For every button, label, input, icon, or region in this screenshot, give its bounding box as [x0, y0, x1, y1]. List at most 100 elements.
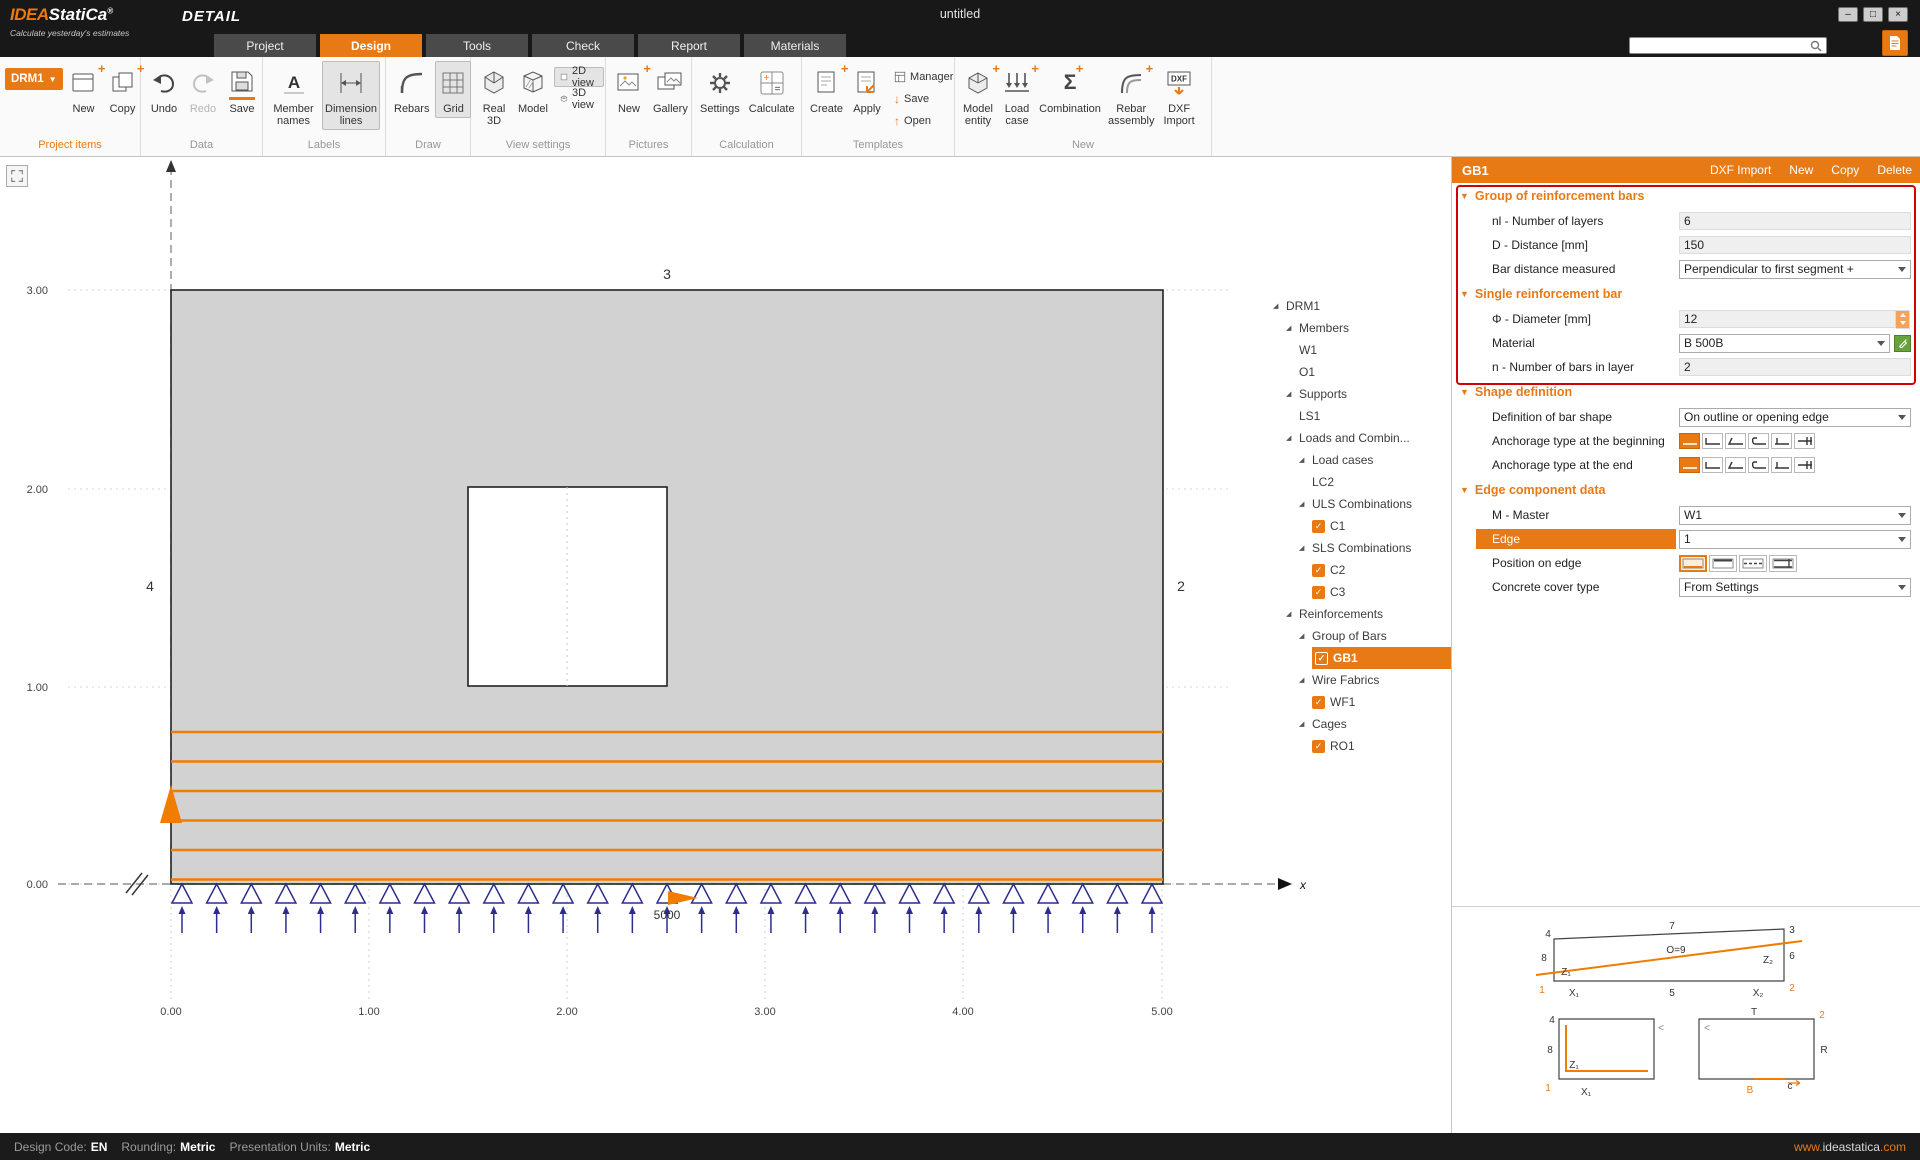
tree-item-supports[interactable]: ◢Supports [1267, 383, 1451, 405]
position-bottom-button[interactable] [1679, 555, 1707, 572]
section-edge-component-data[interactable]: ▼ Edge component data [1452, 477, 1920, 503]
expander-icon[interactable]: ◢ [1299, 544, 1308, 552]
anchorage-t-head-button[interactable] [1771, 433, 1792, 449]
maximize-button[interactable]: □ [1863, 7, 1883, 22]
dxf-import-button[interactable]: DXF DXF Import [1160, 61, 1197, 130]
edge-select[interactable]: 1 [1679, 530, 1911, 549]
anchorage-hook-slant-button[interactable] [1725, 433, 1746, 449]
collapse-icon[interactable]: ▼ [1460, 387, 1469, 397]
bars-in-layer-input[interactable] [1679, 358, 1911, 376]
tree-item-cages[interactable]: ◢Cages [1267, 713, 1451, 735]
master-select[interactable]: W1 [1679, 506, 1911, 525]
tab-report[interactable]: Report [638, 34, 740, 57]
section-shape-definition[interactable]: ▼ Shape definition [1452, 379, 1920, 405]
anchorage-hook-up-button[interactable] [1702, 457, 1723, 473]
collapse-icon[interactable]: ▼ [1460, 191, 1469, 201]
tab-design[interactable]: Design [320, 34, 422, 57]
diameter-stepper[interactable] [1896, 310, 1910, 329]
dimension-lines-button[interactable]: Dimension lines [322, 61, 380, 130]
help-button[interactable] [1882, 30, 1908, 56]
checkbox-icon[interactable]: ✓ [1312, 586, 1325, 599]
tab-check[interactable]: Check [532, 34, 634, 57]
real-3d-button[interactable]: Real 3D [476, 61, 512, 130]
combination-button[interactable]: Σ+ Combination [1038, 61, 1102, 118]
website-link[interactable]: www.ideastatica.com [1794, 1140, 1906, 1154]
gallery-button[interactable]: Gallery [650, 61, 691, 118]
drawing-canvas[interactable]: 3425000x0.001.002.003.004.005.003.002.00… [0, 157, 1451, 1133]
expander-icon[interactable]: ◢ [1299, 720, 1308, 728]
checkbox-icon[interactable]: ✓ [1312, 520, 1325, 533]
view-3d-button[interactable]: 3D view [554, 89, 604, 109]
redo-button[interactable]: Redo [185, 61, 221, 118]
tree-item-load-cases[interactable]: ◢Load cases [1267, 449, 1451, 471]
tree-item-reinforcements[interactable]: ◢Reinforcements [1267, 603, 1451, 625]
expander-icon[interactable]: ◢ [1286, 610, 1295, 618]
rebar-assembly-button[interactable]: + Rebar assembly [1105, 61, 1157, 130]
tree-item-uls-combinations[interactable]: ◢ULS Combinations [1267, 493, 1451, 515]
tree-item-c1[interactable]: ✓C1 [1267, 515, 1451, 537]
anchorage-straight-button[interactable] [1679, 457, 1700, 473]
copy-action[interactable]: Copy [1831, 163, 1859, 177]
tab-materials[interactable]: Materials [744, 34, 846, 57]
anchorage-double-head-button[interactable] [1794, 433, 1815, 449]
edit-material-button[interactable] [1894, 335, 1911, 352]
member-names-button[interactable]: A Member names [268, 61, 319, 130]
number-of-layers-input[interactable] [1679, 212, 1911, 230]
position-both-button[interactable] [1769, 555, 1797, 572]
concrete-cover-select[interactable]: From Settings [1679, 578, 1911, 597]
model-view-button[interactable]: Model [515, 61, 551, 118]
project-item-selector[interactable]: DRM1▼ [5, 68, 63, 90]
expander-icon[interactable]: ◢ [1286, 390, 1295, 398]
copy-project-item-button[interactable]: + Copy [105, 61, 141, 118]
position-top-button[interactable] [1709, 555, 1737, 572]
template-manager-button[interactable]: Manager [888, 67, 959, 87]
expander-icon[interactable]: ◢ [1299, 500, 1308, 508]
tree-item-group-of-bars[interactable]: ◢Group of Bars [1267, 625, 1451, 647]
dxf-import-action[interactable]: DXF Import [1710, 163, 1771, 177]
collapse-icon[interactable]: ▼ [1460, 289, 1469, 299]
view-2d-button[interactable]: 2D view [554, 67, 604, 87]
tree-item-w1[interactable]: W1 [1267, 339, 1451, 361]
minimize-button[interactable]: – [1838, 7, 1858, 22]
anchorage-hook-slant-button[interactable] [1725, 457, 1746, 473]
tree-item-members[interactable]: ◢Members [1267, 317, 1451, 339]
anchorage-t-head-button[interactable] [1771, 457, 1792, 473]
tree-item-wire-fabrics[interactable]: ◢Wire Fabrics [1267, 669, 1451, 691]
model-entity-button[interactable]: + Model entity [960, 61, 996, 130]
collapse-icon[interactable]: ▼ [1460, 485, 1469, 495]
expander-icon[interactable]: ◢ [1273, 302, 1282, 310]
material-select[interactable]: B 500B [1679, 334, 1890, 353]
save-button[interactable]: Save [224, 61, 260, 118]
tree-item-ro1[interactable]: ✓RO1 [1267, 735, 1451, 757]
anchorage-straight-button[interactable] [1679, 433, 1700, 449]
undo-button[interactable]: Undo [146, 61, 182, 118]
delete-action[interactable]: Delete [1877, 163, 1912, 177]
tab-tools[interactable]: Tools [426, 34, 528, 57]
calculate-button[interactable]: += Calculate [746, 61, 798, 118]
diameter-input[interactable] [1679, 310, 1896, 328]
expander-icon[interactable]: ◢ [1299, 632, 1308, 640]
bar-distance-measured-select[interactable]: Perpendicular to first segment + [1679, 260, 1911, 279]
new-picture-button[interactable]: + New [611, 61, 647, 118]
tree-item-c2[interactable]: ✓C2 [1267, 559, 1451, 581]
expander-icon[interactable]: ◢ [1299, 676, 1308, 684]
expander-icon[interactable]: ◢ [1286, 434, 1295, 442]
tree-item-gb1[interactable]: ✓GB1 [1312, 647, 1451, 669]
anchorage-loop-button[interactable] [1748, 457, 1769, 473]
anchorage-loop-button[interactable] [1748, 433, 1769, 449]
anchorage-hook-up-button[interactable] [1702, 433, 1723, 449]
apply-template-button[interactable]: Apply [849, 61, 885, 118]
tree-item-drm1[interactable]: ◢DRM1 [1267, 295, 1451, 317]
checkbox-icon[interactable]: ✓ [1312, 564, 1325, 577]
tree-item-loads-and-combin[interactable]: ◢Loads and Combin... [1267, 427, 1451, 449]
bar-shape-select[interactable]: On outline or opening edge [1679, 408, 1911, 427]
checkbox-icon[interactable]: ✓ [1312, 740, 1325, 753]
anchorage-double-head-button[interactable] [1794, 457, 1815, 473]
create-template-button[interactable]: + Create [807, 61, 846, 118]
expander-icon[interactable]: ◢ [1286, 324, 1295, 332]
checkbox-icon[interactable]: ✓ [1315, 652, 1328, 665]
checkbox-icon[interactable]: ✓ [1312, 696, 1325, 709]
section-single-reinforcement-bar[interactable]: ▼ Single reinforcement bar [1452, 281, 1920, 307]
section-group-of-reinforcement-bars[interactable]: ▼ Group of reinforcement bars [1452, 183, 1920, 209]
tree-item-sls-combinations[interactable]: ◢SLS Combinations [1267, 537, 1451, 559]
